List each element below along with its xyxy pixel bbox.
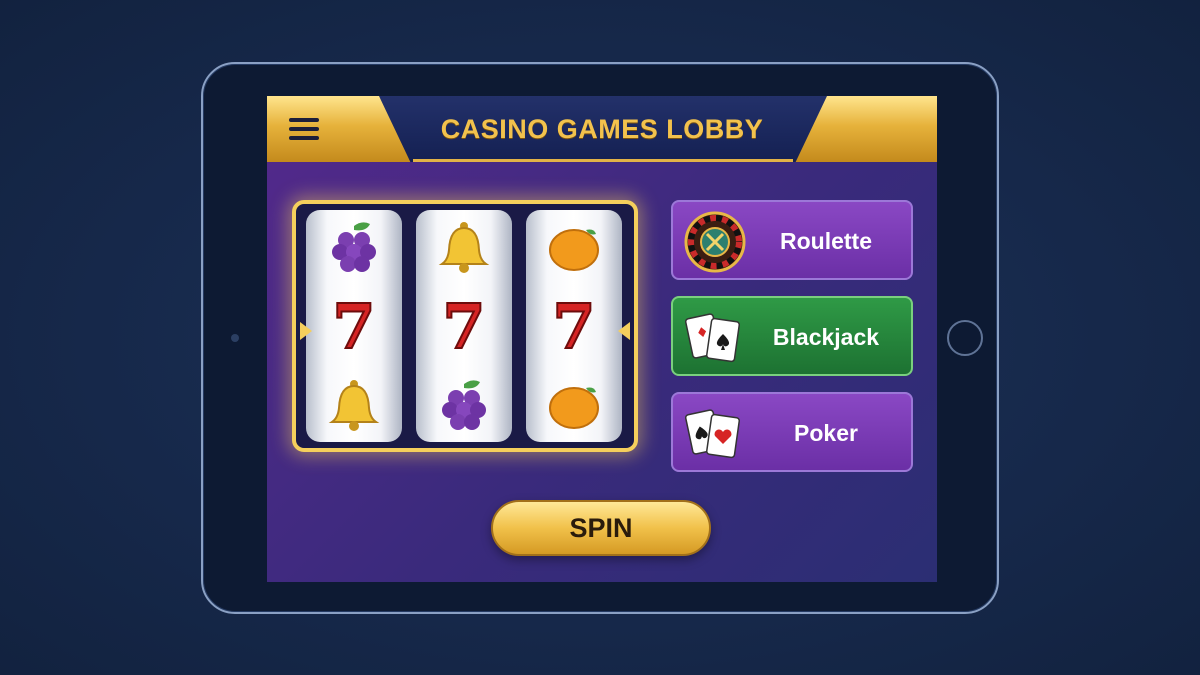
spin-label: SPIN: [569, 513, 633, 543]
home-button[interactable]: [947, 320, 983, 356]
bell-icon: [328, 380, 380, 431]
hamburger-menu-icon[interactable]: [289, 118, 323, 142]
roulette-label: Roulette: [780, 228, 872, 254]
reel-3: 7: [526, 210, 622, 442]
playing-cards-icon: [684, 409, 741, 459]
payline-left-marker: [300, 322, 312, 340]
svg-text:7: 7: [552, 296, 595, 356]
spin-button[interactable]: SPIN: [491, 500, 711, 556]
blackjack-button[interactable]: Blackjack: [671, 296, 913, 376]
tablet-device: CASINO GAMES LOBBY 7 7 7 Roulette Blackj…: [201, 62, 999, 614]
bell-icon: [438, 222, 490, 273]
grapes-icon: [332, 222, 376, 272]
roulette-button[interactable]: Roulette: [671, 200, 913, 280]
svg-text:7: 7: [332, 296, 375, 356]
grapes-icon: [442, 380, 486, 430]
playing-cards-icon: [684, 313, 741, 363]
poker-label: Poker: [794, 420, 858, 446]
seven-icon: 7: [331, 296, 376, 356]
svg-text:7: 7: [442, 296, 485, 356]
orange-icon: [549, 387, 599, 429]
blackjack-label: Blackjack: [772, 324, 880, 350]
orange-icon: [549, 229, 599, 271]
seven-icon: 7: [441, 296, 486, 356]
reel-1: 7: [306, 210, 402, 442]
header-bar: CASINO GAMES LOBBY: [267, 96, 937, 162]
slot-machine: 7 7 7: [292, 200, 638, 452]
poker-button[interactable]: Poker: [671, 392, 913, 472]
camera-dot: [231, 334, 239, 342]
page-title: CASINO GAMES LOBBY: [440, 114, 764, 144]
roulette-wheel-icon: [684, 211, 746, 273]
casino-lobby-screen: CASINO GAMES LOBBY 7 7 7 Roulette Blackj…: [267, 96, 937, 582]
seven-icon: 7: [551, 296, 596, 356]
payline-right-marker: [618, 322, 630, 340]
reel-2: 7: [416, 210, 512, 442]
